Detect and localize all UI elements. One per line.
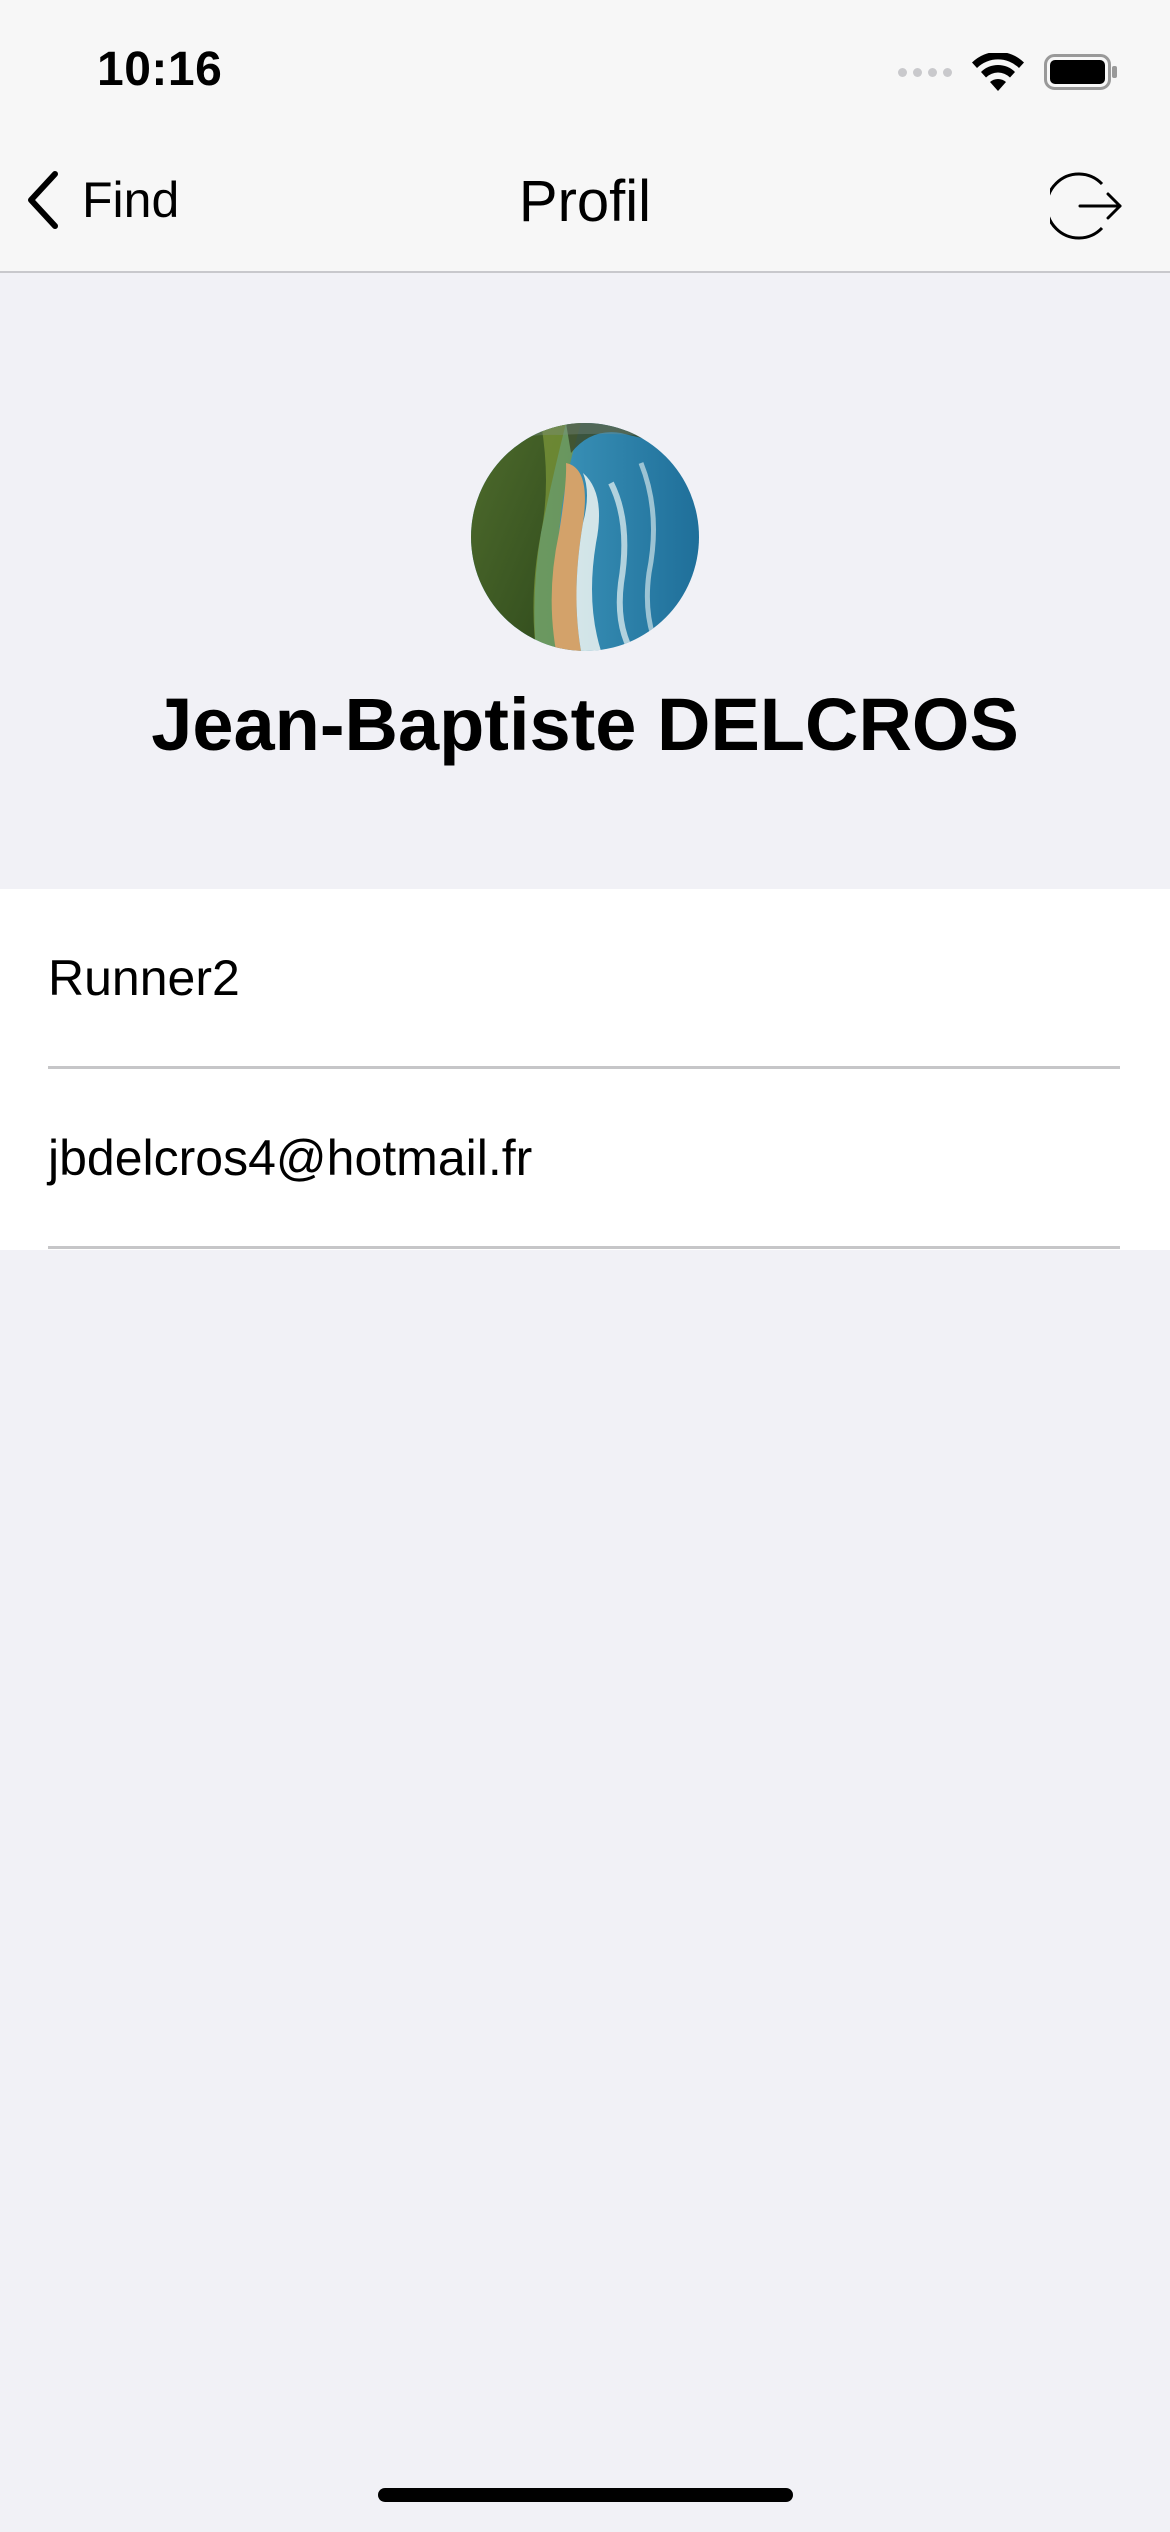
top-bar: 10:16 Find Profil — [0, 0, 1170, 273]
logout-icon[interactable] — [1050, 170, 1122, 242]
home-indicator[interactable] — [378, 2488, 793, 2502]
wifi-icon — [972, 53, 1024, 91]
page-title: Profil — [518, 169, 652, 234]
status-icons — [898, 52, 1118, 92]
email-text: jbdelcros4@hotmail.fr — [48, 1129, 533, 1186]
profile-name: Jean-Baptiste DELCROS — [151, 683, 1019, 766]
username-row[interactable]: Runner2 — [48, 889, 1120, 1069]
avatar-photo — [471, 423, 699, 651]
avatar[interactable] — [471, 423, 699, 651]
battery-icon — [1044, 54, 1117, 90]
cellular-signal-icon — [898, 67, 952, 77]
profile-info-list: Runner2 jbdelcros4@hotmail.fr — [0, 889, 1170, 1250]
username-text: Runner2 — [48, 949, 240, 1006]
status-time: 10:16 — [97, 43, 223, 96]
email-row[interactable]: jbdelcros4@hotmail.fr — [48, 1069, 1120, 1249]
